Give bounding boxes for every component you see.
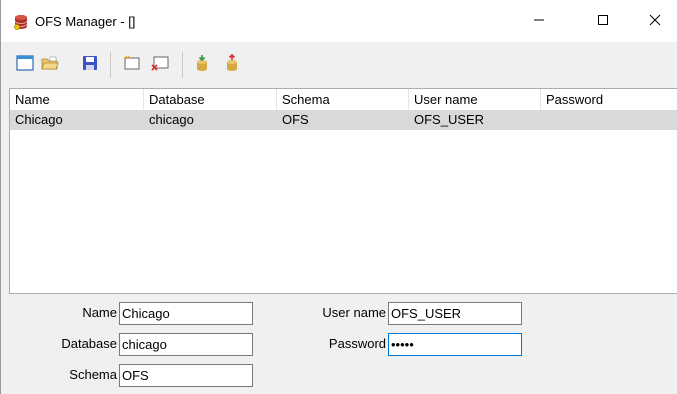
- title-bar[interactable]: OFS Manager - []: [1, 0, 677, 42]
- export-button[interactable]: [220, 52, 244, 76]
- schema-field[interactable]: [119, 364, 253, 387]
- maximize-icon: [597, 14, 609, 29]
- name-field[interactable]: [119, 302, 253, 325]
- close-icon: [649, 14, 661, 29]
- open-folder-icon: [41, 55, 59, 74]
- new-record-button[interactable]: [120, 52, 144, 76]
- cell-user-name: OFS_USER: [414, 112, 485, 127]
- toolbar-separator: [182, 52, 183, 78]
- column-header-schema[interactable]: Schema: [277, 89, 409, 110]
- database-import-icon: [194, 54, 210, 75]
- user-name-label: User name: [322, 305, 386, 320]
- close-button[interactable]: [632, 0, 677, 42]
- new-window-icon: [16, 54, 34, 74]
- database-field[interactable]: [119, 333, 253, 356]
- new-file-button[interactable]: [13, 52, 37, 76]
- delete-record-icon: [151, 55, 169, 74]
- database-icon: [13, 14, 29, 30]
- new-record-icon: [123, 55, 141, 74]
- column-header-database[interactable]: Database: [144, 89, 277, 110]
- database-export-icon: [224, 53, 240, 75]
- ofs-manager-window: OFS Manager - [] Name Database Schema Us…: [0, 0, 677, 394]
- name-label: Name: [82, 305, 117, 320]
- toolbar-separator: [110, 52, 111, 78]
- minimize-button[interactable]: [516, 0, 562, 42]
- table-row[interactable]: Chicago chicago OFS OFS_USER: [10, 110, 677, 130]
- column-header-user-name[interactable]: User name: [409, 89, 541, 110]
- open-file-button[interactable]: [38, 52, 62, 76]
- cell-password: [541, 110, 677, 130]
- password-label: Password: [328, 336, 386, 351]
- column-header-password[interactable]: Password: [541, 89, 677, 110]
- cell-schema: OFS: [282, 112, 309, 127]
- save-file-button[interactable]: [78, 52, 102, 76]
- maximize-button[interactable]: [580, 0, 626, 42]
- delete-record-button[interactable]: [148, 52, 172, 76]
- user-name-field[interactable]: [388, 302, 522, 325]
- import-button[interactable]: [190, 52, 214, 76]
- minimize-icon: [533, 14, 545, 29]
- connections-list[interactable]: Name Database Schema User name Password …: [9, 88, 677, 294]
- toolbar: [1, 42, 677, 88]
- list-header: Name Database Schema User name Password: [10, 89, 677, 110]
- save-icon: [82, 55, 98, 74]
- schema-label: Schema: [69, 367, 117, 382]
- column-header-name[interactable]: Name: [10, 89, 144, 110]
- window-title: OFS Manager - []: [35, 14, 136, 29]
- database-label: Database: [61, 336, 117, 351]
- cell-name: Chicago: [15, 112, 63, 127]
- password-field[interactable]: [388, 333, 522, 356]
- cell-database: chicago: [149, 112, 194, 127]
